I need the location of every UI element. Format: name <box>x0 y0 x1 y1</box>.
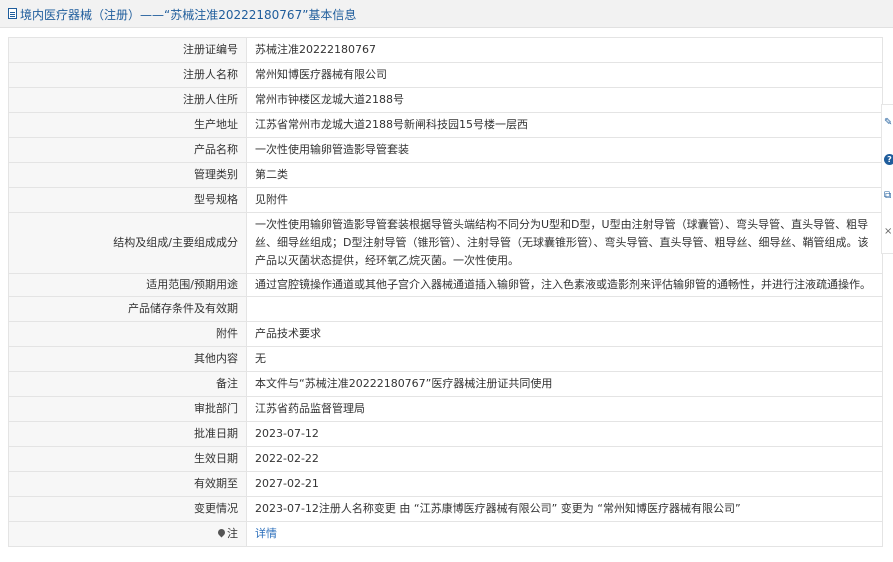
edit-icon[interactable]: ✎ <box>884 117 893 129</box>
row-label: 型号规格 <box>8 187 247 213</box>
table-row: 生效日期 2022-02-22 <box>8 446 883 472</box>
table-row: 注 详情 <box>8 521 883 547</box>
row-label: 变更情况 <box>8 496 247 522</box>
row-value: 江苏省常州市龙城大道2188号新闸科技园15号楼一层西 <box>246 112 883 138</box>
row-label: 注册人住所 <box>8 87 247 113</box>
row-label: 生产地址 <box>8 112 247 138</box>
table-row: 型号规格 见附件 <box>8 187 883 213</box>
table-row: 结构及组成/主要组成成分 一次性使用输卵管造影导管套装根据导管头端结构不同分为U… <box>8 212 883 274</box>
row-value: 2027-02-21 <box>246 471 883 497</box>
info-table: 注册证编号 苏械注准20222180767 注册人名称 常州知博医疗器械有限公司… <box>8 37 883 547</box>
note-label: 注 <box>227 527 238 540</box>
row-label: 备注 <box>8 371 247 397</box>
row-value <box>246 296 883 322</box>
row-label: 附件 <box>8 321 247 347</box>
details-link[interactable]: 详情 <box>255 527 277 540</box>
row-value: 常州市钟楼区龙城大道2188号 <box>246 87 883 113</box>
table-row: 注册人名称 常州知博医疗器械有限公司 <box>8 62 883 88</box>
row-label: 产品储存条件及有效期 <box>8 296 247 322</box>
table-row: 注册证编号 苏械注准20222180767 <box>8 37 883 63</box>
row-value: 江苏省药品监督管理局 <box>246 396 883 422</box>
row-value: 见附件 <box>246 187 883 213</box>
table-row: 其他内容 无 <box>8 346 883 372</box>
row-label: 管理类别 <box>8 162 247 188</box>
row-label: 注册人名称 <box>8 62 247 88</box>
row-label: 注册证编号 <box>8 37 247 63</box>
row-value: 第二类 <box>246 162 883 188</box>
table-row: 审批部门 江苏省药品监督管理局 <box>8 396 883 422</box>
row-label: 生效日期 <box>8 446 247 472</box>
row-value: 无 <box>246 346 883 372</box>
row-label: 产品名称 <box>8 137 247 163</box>
row-label: 注 <box>8 521 247 547</box>
table-row: 生产地址 江苏省常州市龙城大道2188号新闸科技园15号楼一层西 <box>8 112 883 138</box>
row-value: 2022-02-22 <box>246 446 883 472</box>
row-label: 适用范围/预期用途 <box>8 273 247 297</box>
table-row: 备注 本文件与“苏械注准20222180767”医疗器械注册证共同使用 <box>8 371 883 397</box>
table-row: 有效期至 2027-02-21 <box>8 471 883 497</box>
table-row: 变更情况 2023-07-12注册人名称变更 由 “江苏康博医疗器械有限公司” … <box>8 496 883 522</box>
side-toolbar: ✎ ? ⧉ × <box>881 104 893 254</box>
row-value: 2023-07-12注册人名称变更 由 “江苏康博医疗器械有限公司” 变更为 “… <box>246 496 883 522</box>
table-row: 批准日期 2023-07-12 <box>8 421 883 447</box>
row-value: 一次性使用输卵管造影导管套装 <box>246 137 883 163</box>
table-row: 管理类别 第二类 <box>8 162 883 188</box>
pin-icon <box>216 527 227 538</box>
table-row: 产品名称 一次性使用输卵管造影导管套装 <box>8 137 883 163</box>
row-value: 2023-07-12 <box>246 421 883 447</box>
help-icon[interactable]: ? <box>884 154 893 165</box>
copy-icon[interactable]: ⧉ <box>884 190 893 202</box>
close-icon[interactable]: × <box>884 226 893 238</box>
table-row: 产品储存条件及有效期 <box>8 296 883 322</box>
table-row: 注册人住所 常州市钟楼区龙城大道2188号 <box>8 87 883 113</box>
document-icon <box>8 8 17 19</box>
row-label: 审批部门 <box>8 396 247 422</box>
row-value: 产品技术要求 <box>246 321 883 347</box>
row-value: 一次性使用输卵管造影导管套装根据导管头端结构不同分为U型和D型，U型由注射导管（… <box>246 212 883 274</box>
row-label: 其他内容 <box>8 346 247 372</box>
row-label: 批准日期 <box>8 421 247 447</box>
row-value: 苏械注准20222180767 <box>246 37 883 63</box>
page-header: 境内医疗器械（注册）——“苏械注准20222180767”基本信息 <box>0 0 893 28</box>
row-value: 详情 <box>246 521 883 547</box>
row-value: 通过宫腔镜操作通道或其他子宫介入器械通道插入输卵管，注入色素液或造影剂来评估输卵… <box>246 273 883 297</box>
row-label: 有效期至 <box>8 471 247 497</box>
page-title: 境内医疗器械（注册）——“苏械注准20222180767”基本信息 <box>20 8 357 22</box>
row-label: 结构及组成/主要组成成分 <box>8 212 247 274</box>
row-value: 本文件与“苏械注准20222180767”医疗器械注册证共同使用 <box>246 371 883 397</box>
table-row: 附件 产品技术要求 <box>8 321 883 347</box>
table-row: 适用范围/预期用途 通过宫腔镜操作通道或其他子宫介入器械通道插入输卵管，注入色素… <box>8 273 883 297</box>
row-value: 常州知博医疗器械有限公司 <box>246 62 883 88</box>
